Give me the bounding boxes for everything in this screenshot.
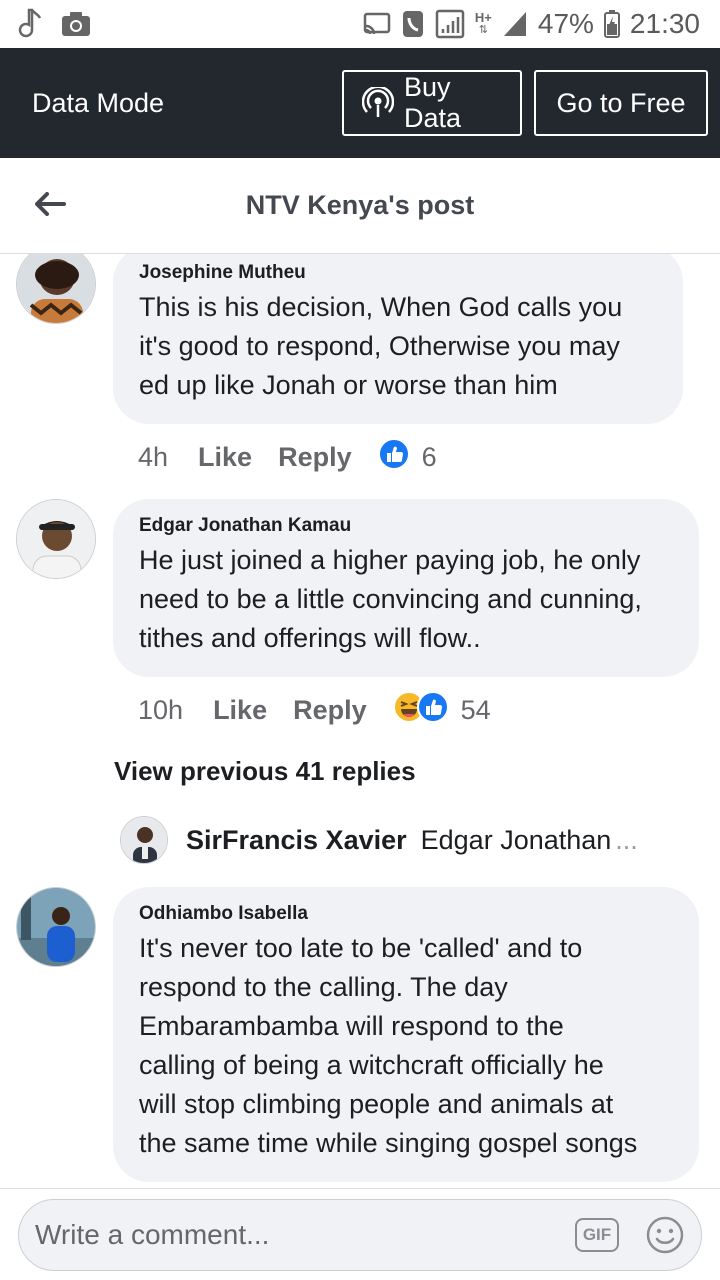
comment-line: He just joined a higher paying job, he o… (139, 545, 641, 575)
like-button[interactable]: Like (213, 695, 267, 726)
post-header: NTV Kenya's post (0, 158, 720, 254)
reactions[interactable] (377, 438, 410, 477)
comment-bubble: Josephine Mutheu This is his decision, W… (113, 254, 683, 424)
phone-call-icon (401, 9, 425, 39)
comment-line: need to be a little convincing and cunni… (139, 584, 642, 614)
view-previous-replies-link[interactable]: View previous 41 replies (114, 756, 416, 787)
like-button[interactable]: Like (198, 442, 252, 473)
signal-box-icon (435, 9, 465, 39)
data-mode-label: Data Mode (32, 87, 165, 118)
comment-time[interactable]: 4h (138, 442, 168, 473)
avatar[interactable] (16, 499, 96, 579)
comment-input-placeholder[interactable]: Write a comment... (35, 1219, 575, 1251)
network-type-icon: H+ ⇅ (474, 10, 492, 36)
buy-data-button[interactable]: Buy Data (342, 70, 522, 136)
comment-author[interactable]: Odhiambo Isabella (139, 899, 673, 929)
comment-line: It's never too late to be 'called' and t… (139, 933, 583, 963)
reply-button[interactable]: Reply (293, 695, 367, 726)
comment-bubble: Edgar Jonathan Kamau He just joined a hi… (113, 499, 699, 677)
reply-ellipsis: ... (615, 824, 638, 855)
battery-percent: 47% (537, 8, 594, 39)
comment-actions: 10h Like Reply 54 (138, 691, 491, 730)
buy-data-label: Buy Data (404, 72, 462, 133)
go-to-free-button[interactable]: Go to Free (534, 70, 708, 136)
comment-line: respond to the calling. The day (139, 972, 508, 1002)
comment-bubble: Odhiambo Isabella It's never too late to… (113, 887, 699, 1182)
avatar[interactable] (16, 254, 96, 324)
comment-line: Embarambamba will respond to the (139, 1011, 564, 1041)
comment-line: ed up like Jonah or worse than him (139, 370, 558, 400)
broadcast-icon (362, 87, 394, 119)
reply-preview-row[interactable]: SirFrancis Xavier Edgar Jonathan ... (120, 816, 638, 864)
status-bar: H+ ⇅ 47% 21:30 (0, 0, 720, 48)
reaction-count[interactable]: 6 (422, 442, 437, 473)
emoji-icon[interactable] (645, 1215, 685, 1255)
comment-time[interactable]: 10h (138, 695, 183, 726)
comment-actions: 4h Like Reply 6 (138, 438, 437, 477)
like-reaction-icon (377, 438, 410, 477)
page-title: NTV Kenya's post (245, 190, 475, 220)
comment-line: the same time while singing gospel songs (139, 1128, 638, 1158)
reply-author[interactable]: SirFrancis Xavier (186, 825, 407, 856)
reply-preview-text: Edgar Jonathan (420, 824, 612, 855)
back-button[interactable] (30, 186, 70, 226)
go-to-free-label: Go to Free (556, 87, 686, 118)
comment-composer-bar: Write a comment... GIF (0, 1188, 720, 1280)
reply-button[interactable]: Reply (278, 442, 352, 473)
back-arrow-icon (34, 191, 66, 221)
comment-line: it's good to respond, Otherwise you may (139, 331, 620, 361)
data-mode-banner: Data Mode Buy Data Go to Free (0, 48, 720, 158)
gif-icon[interactable]: GIF (575, 1218, 619, 1252)
comment-author[interactable]: Josephine Mutheu (139, 258, 657, 288)
camera-icon (60, 10, 92, 38)
avatar[interactable] (120, 816, 168, 864)
comment-line: calling of being a witchcraft officially… (139, 1050, 604, 1080)
comment-author[interactable]: Edgar Jonathan Kamau (139, 511, 673, 541)
music-note-icon (18, 8, 42, 40)
cast-icon (363, 12, 391, 36)
avatar[interactable] (16, 887, 96, 967)
like-reaction-icon (416, 691, 449, 730)
reaction-count[interactable]: 54 (461, 695, 491, 726)
comments-list: Josephine Mutheu This is his decision, W… (0, 254, 720, 1186)
cell-signal-icon (502, 10, 528, 38)
battery-charging-icon (603, 10, 620, 38)
comment-line: This is his decision, When God calls you (139, 292, 623, 322)
comment-input[interactable]: Write a comment... GIF (18, 1199, 702, 1271)
comment-line: tithes and offerings will flow.. (139, 623, 481, 653)
clock: 21:30 (629, 8, 700, 39)
reactions[interactable] (392, 691, 449, 730)
comment-line: will stop climbing people and animals at (139, 1089, 614, 1119)
